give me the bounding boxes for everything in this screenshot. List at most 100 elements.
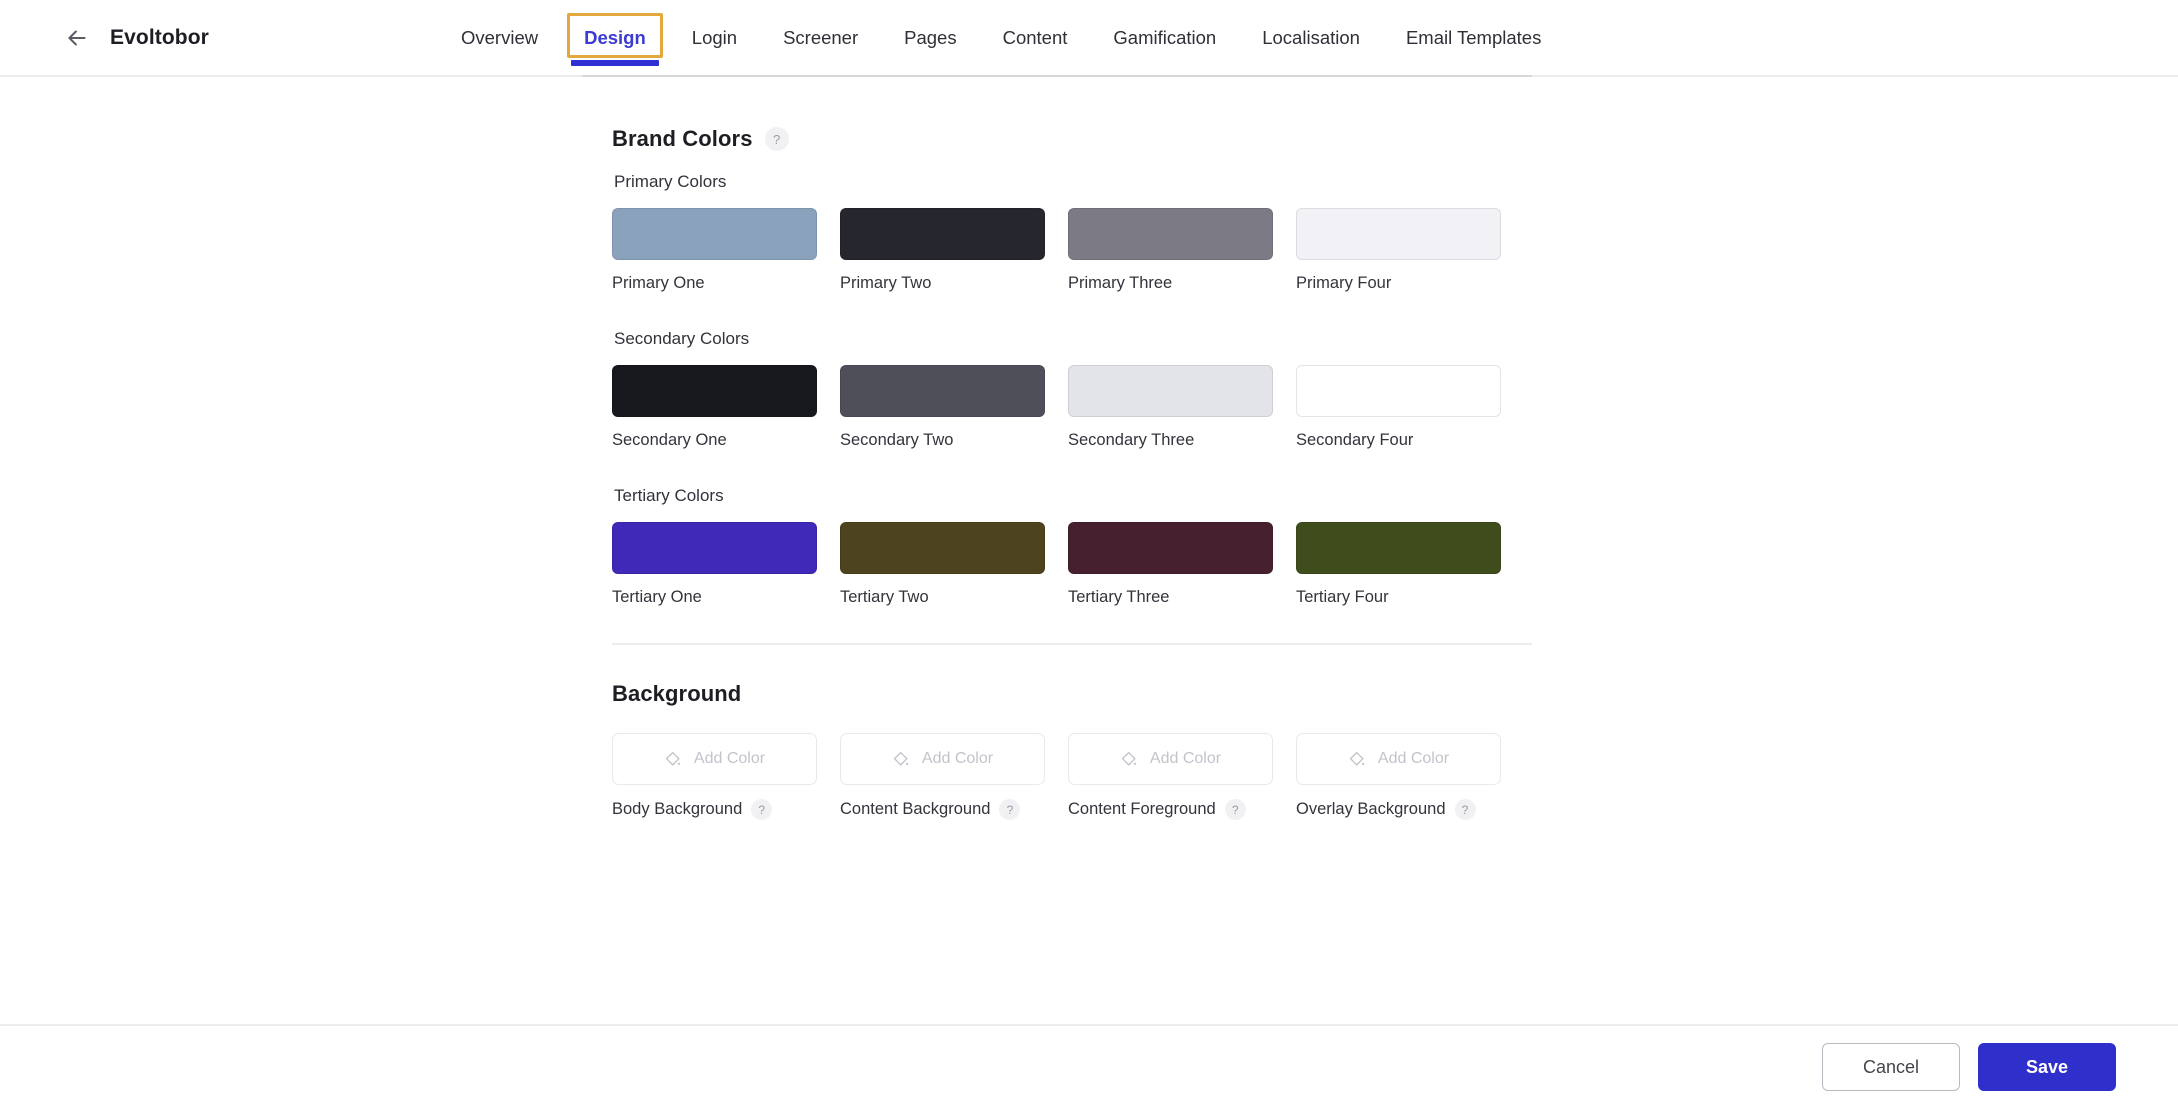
- tab-gamification[interactable]: Gamification: [1090, 0, 1239, 76]
- swatch-cell: Secondary One: [612, 365, 817, 450]
- swatch-label: Secondary Four: [1296, 431, 1414, 449]
- swatch-cell: Primary Two: [840, 208, 1045, 293]
- add-color-button-content-background[interactable]: Add Color: [840, 733, 1045, 785]
- paint-bucket-icon: [1348, 749, 1368, 769]
- add-color-label: Add Color: [1377, 750, 1450, 767]
- color-swatch-tertiary-one[interactable]: [612, 522, 817, 574]
- add-color-button-overlay-background[interactable]: Add Color: [1296, 733, 1501, 785]
- swatch-label: Primary Three: [1068, 274, 1173, 292]
- swatch-cell: Primary Four: [1296, 208, 1501, 293]
- tab-overview[interactable]: Overview: [438, 0, 561, 76]
- background-label: Content Foreground: [1068, 800, 1216, 818]
- header-left: Evoltobor: [0, 23, 420, 53]
- background-title: Background: [612, 681, 742, 706]
- swatch-cell: Secondary Four: [1296, 365, 1501, 450]
- paint-bucket-icon: [664, 749, 684, 769]
- background-cell-body: Add Color Body Background ?: [612, 733, 817, 820]
- tab-localisation[interactable]: Localisation: [1239, 0, 1383, 76]
- background-label-row: Content Foreground ?: [1068, 799, 1273, 820]
- color-swatch-secondary-two[interactable]: [840, 365, 1045, 417]
- swatch-label: Secondary Three: [1068, 431, 1195, 449]
- swatch-label: Primary One: [612, 274, 705, 292]
- brand-colors-title: Brand Colors: [612, 126, 753, 151]
- swatch-label: Secondary Two: [840, 431, 954, 449]
- swatch-label: Tertiary Two: [840, 588, 929, 606]
- tertiary-colors-label: Tertiary Colors: [614, 486, 724, 505]
- section-divider: [612, 643, 1532, 645]
- swatch-cell: Primary One: [612, 208, 817, 293]
- color-swatch-primary-one[interactable]: [612, 208, 817, 260]
- swatch-label: Primary Four: [1296, 274, 1392, 292]
- background-label: Content Background: [840, 800, 991, 818]
- help-icon[interactable]: ?: [999, 799, 1021, 820]
- swatch-cell: Secondary Two: [840, 365, 1045, 450]
- color-swatch-primary-two[interactable]: [840, 208, 1045, 260]
- swatch-cell: Tertiary Three: [1068, 522, 1273, 607]
- swatch-cell: Tertiary One: [612, 522, 817, 607]
- secondary-colors-label: Secondary Colors: [614, 329, 750, 348]
- background-label-row: Body Background ?: [612, 799, 817, 820]
- color-swatch-primary-three[interactable]: [1068, 208, 1273, 260]
- background-grid: Add Color Body Background ? Add Color Co…: [612, 733, 1532, 820]
- background-label-row: Content Background ?: [840, 799, 1045, 820]
- primary-colors-label: Primary Colors: [614, 172, 727, 191]
- help-icon[interactable]: ?: [1454, 799, 1476, 820]
- cancel-button[interactable]: Cancel: [1822, 1043, 1960, 1091]
- swatch-cell: Tertiary Four: [1296, 522, 1501, 607]
- swatch-label: Secondary One: [612, 431, 727, 449]
- tab-label: Login: [691, 27, 738, 48]
- swatch-label: Primary Two: [840, 274, 932, 292]
- design-settings-page: Evoltobor Overview Design Login Screener…: [0, 0, 2178, 1108]
- background-label: Body Background: [612, 800, 743, 818]
- color-swatch-tertiary-four[interactable]: [1296, 522, 1501, 574]
- tab-label: Screener: [783, 27, 859, 48]
- background-cell-content-bg: Add Color Content Background ?: [840, 733, 1045, 820]
- tab-label: Design: [584, 27, 646, 48]
- background-cell-content-fg: Add Color Content Foreground ?: [1068, 733, 1273, 820]
- color-swatch-secondary-three[interactable]: [1068, 365, 1273, 417]
- help-icon[interactable]: ?: [764, 127, 789, 151]
- help-icon[interactable]: ?: [1224, 799, 1246, 820]
- color-swatch-secondary-one[interactable]: [612, 365, 817, 417]
- color-swatch-primary-four[interactable]: [1296, 208, 1501, 260]
- tab-login[interactable]: Login: [669, 0, 760, 76]
- add-color-label: Add Color: [921, 750, 994, 767]
- active-tab-underline: [571, 60, 659, 66]
- tab-label: Email Templates: [1405, 27, 1542, 48]
- swatch-label: Tertiary Four: [1296, 588, 1389, 606]
- tab-label: Pages: [904, 27, 957, 48]
- add-color-button-content-foreground[interactable]: Add Color: [1068, 733, 1273, 785]
- swatch-cell: Secondary Three: [1068, 365, 1273, 450]
- help-icon[interactable]: ?: [751, 799, 773, 820]
- color-swatch-tertiary-two[interactable]: [840, 522, 1045, 574]
- swatch-cell: Tertiary Two: [840, 522, 1045, 607]
- tertiary-colors-grid: Tertiary One Tertiary Two Tertiary Three…: [612, 522, 1532, 607]
- save-button[interactable]: Save: [1978, 1043, 2116, 1091]
- tab-label: Overview: [461, 27, 539, 48]
- background-cell-overlay: Add Color Overlay Background ?: [1296, 733, 1501, 820]
- footer-action-bar: Cancel Save: [0, 1024, 2178, 1108]
- swatch-label: Tertiary Three: [1068, 588, 1170, 606]
- add-color-label: Add Color: [1149, 750, 1222, 767]
- swatch-label: Tertiary One: [612, 588, 702, 606]
- tab-screener[interactable]: Screener: [760, 0, 881, 76]
- secondary-colors-grid: Secondary One Secondary Two Secondary Th…: [612, 365, 1532, 450]
- content-column: Brand Colors ? Primary Colors Primary On…: [612, 126, 1532, 820]
- tab-design[interactable]: Design: [561, 0, 669, 76]
- add-color-label: Add Color: [693, 750, 766, 767]
- add-color-button-body-background[interactable]: Add Color: [612, 733, 817, 785]
- tab-pages[interactable]: Pages: [881, 0, 979, 76]
- tab-label: Gamification: [1113, 27, 1217, 48]
- background-header: Background: [612, 681, 1532, 707]
- color-swatch-secondary-four[interactable]: [1296, 365, 1501, 417]
- page-title: Evoltobor: [110, 26, 209, 49]
- paint-bucket-icon: [892, 749, 912, 769]
- color-swatch-tertiary-three[interactable]: [1068, 522, 1273, 574]
- brand-colors-header: Brand Colors ?: [612, 126, 1532, 152]
- tab-content[interactable]: Content: [980, 0, 1091, 76]
- tab-email-templates[interactable]: Email Templates: [1383, 0, 1564, 76]
- swatch-cell: Primary Three: [1068, 208, 1273, 293]
- tab-label: Content: [1002, 27, 1068, 48]
- arrow-left-icon[interactable]: [62, 23, 92, 53]
- background-label: Overlay Background: [1296, 800, 1446, 818]
